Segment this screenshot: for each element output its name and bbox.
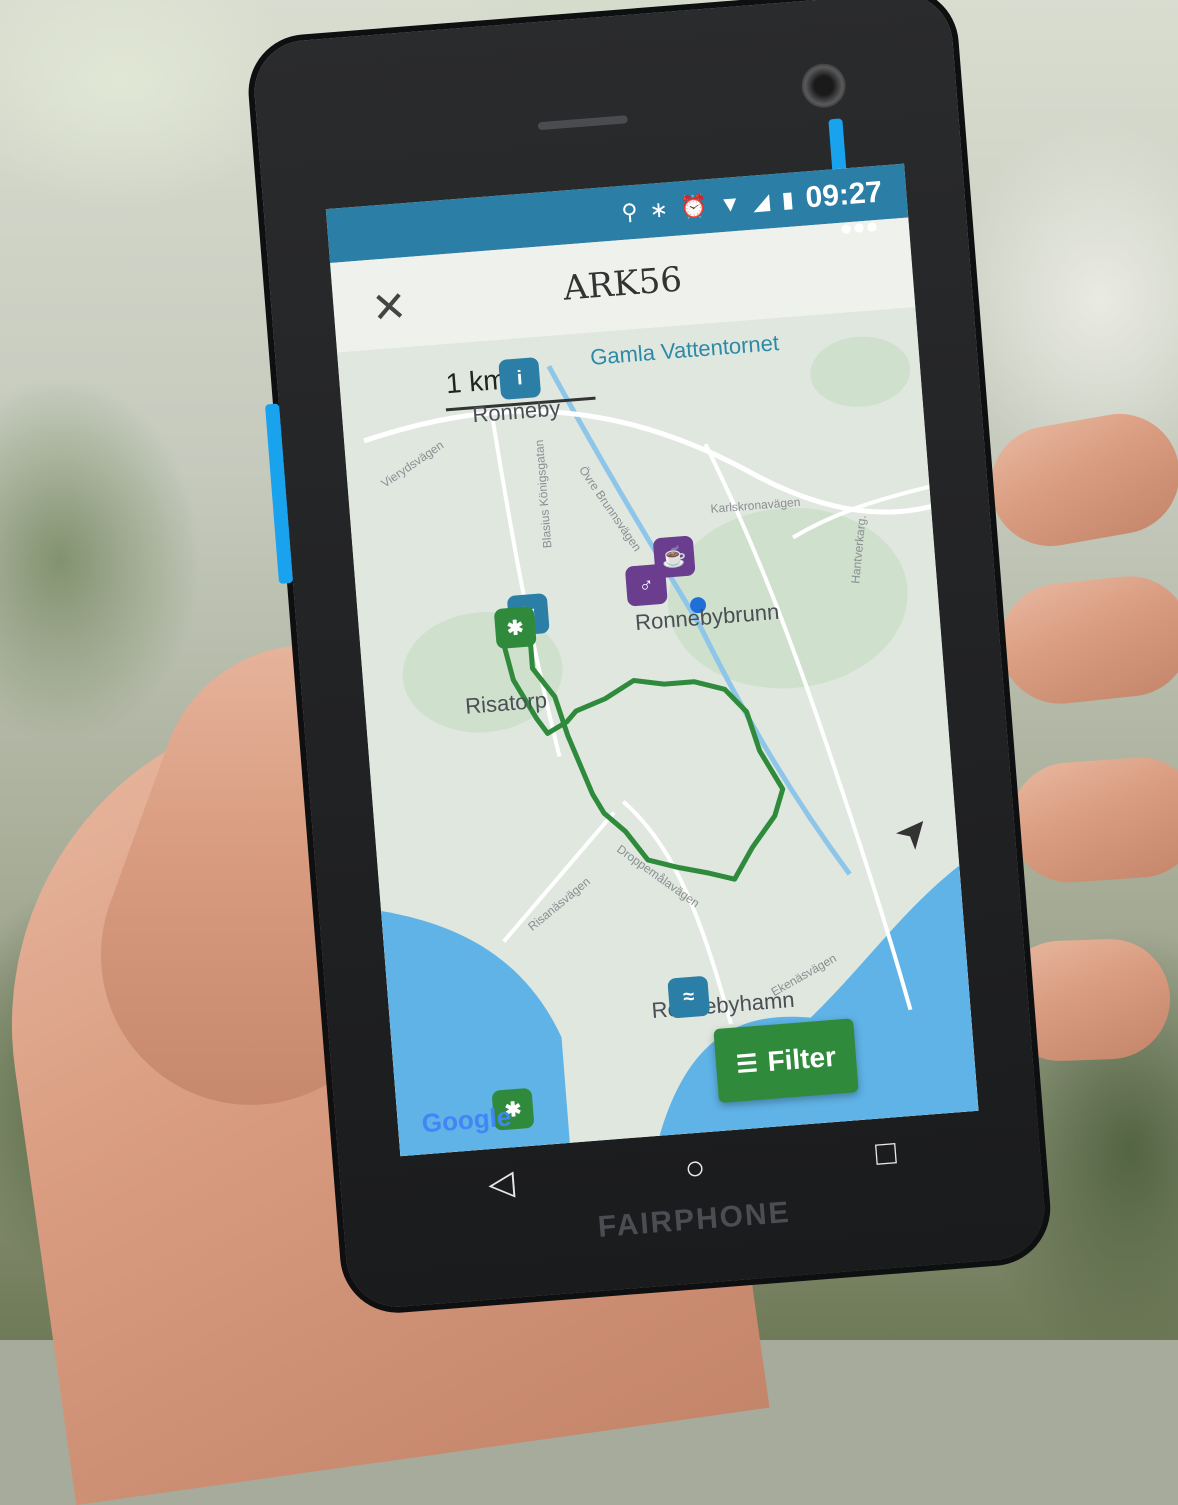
back-icon[interactable]: ◁ — [487, 1162, 516, 1204]
signal-icon: ◢ — [751, 188, 771, 215]
bluetooth-icon: ∗ — [648, 196, 669, 223]
more-icon[interactable]: ••• — [839, 208, 881, 250]
wifi-icon: ▼ — [718, 190, 742, 218]
front-camera — [800, 62, 848, 110]
earpiece-speaker — [537, 115, 629, 131]
toilet-marker[interactable]: ♂ — [624, 563, 668, 607]
battery-icon: ▮ — [780, 186, 795, 213]
filter-label: Filter — [766, 1040, 838, 1078]
location-icon: ⚲ — [620, 198, 639, 225]
filter-button[interactable]: ☰ Filter — [713, 1018, 859, 1104]
info-icon[interactable]: i — [498, 356, 542, 400]
map-canvas — [337, 307, 979, 1157]
google-logo-text: Google — [420, 1101, 513, 1139]
recents-icon[interactable]: □ — [874, 1133, 898, 1173]
map-view[interactable]: 1 km Gamla Vattentornet Ronneby Ronnebyb… — [337, 307, 979, 1157]
screen: ⚲ ∗ ⏰ ▼ ◢ ▮ 09:27 ✕ ARK56 ••• 1 km Gamla… — [325, 163, 979, 1157]
alarm-icon: ⏰ — [678, 193, 709, 221]
phone-body: ⚲ ∗ ⏰ ▼ ◢ ▮ 09:27 ✕ ARK56 ••• 1 km Gamla… — [250, 0, 1049, 1311]
filter-icon: ☰ — [735, 1049, 759, 1079]
home-icon[interactable]: ○ — [683, 1148, 707, 1188]
phone: ⚲ ∗ ⏰ ▼ ◢ ▮ 09:27 ✕ ARK56 ••• 1 km Gamla… — [250, 0, 1178, 1331]
swim-marker[interactable]: ≈ — [667, 975, 711, 1019]
route-start-marker[interactable]: ✱ — [493, 606, 537, 650]
